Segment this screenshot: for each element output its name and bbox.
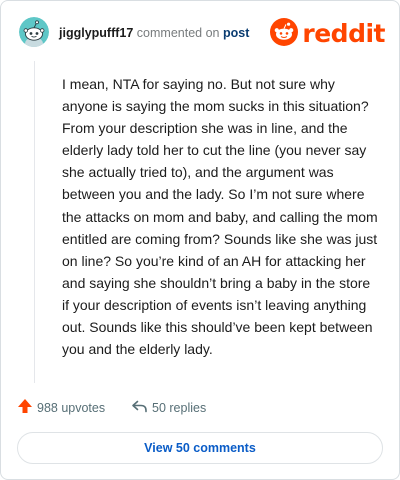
- comment-header: jigglypufff17 commented on post reddit: [1, 1, 399, 61]
- replies-button[interactable]: 50 replies: [131, 397, 206, 419]
- post-link[interactable]: post: [223, 26, 249, 40]
- reddit-wordmark: reddit: [302, 19, 385, 48]
- commented-on-text: commented on: [136, 26, 220, 40]
- author-line: jigglypufff17 commented on post: [59, 25, 249, 41]
- replies-count: 50 replies: [152, 401, 207, 415]
- reply-arrow-icon: [131, 398, 148, 419]
- comment-actions: 988 upvotes 50 replies: [17, 397, 377, 419]
- comment-body: I mean, NTA for saying no. But not sure …: [62, 76, 378, 358]
- comment-card: jigglypufff17 commented on post reddit I…: [0, 0, 400, 480]
- view-comments-button[interactable]: View 50 comments: [17, 432, 383, 464]
- author-name[interactable]: jigglypufff17: [59, 26, 133, 40]
- thread-line: [34, 61, 35, 383]
- reddit-logo[interactable]: reddit: [270, 17, 385, 51]
- upvote-count: 988 upvotes: [37, 401, 106, 415]
- snoo-avatar-icon[interactable]: [19, 17, 49, 47]
- upvote-button[interactable]: 988 upvotes: [17, 397, 105, 419]
- upvote-arrow-icon: [17, 398, 33, 419]
- reddit-logo-icon: [270, 17, 299, 51]
